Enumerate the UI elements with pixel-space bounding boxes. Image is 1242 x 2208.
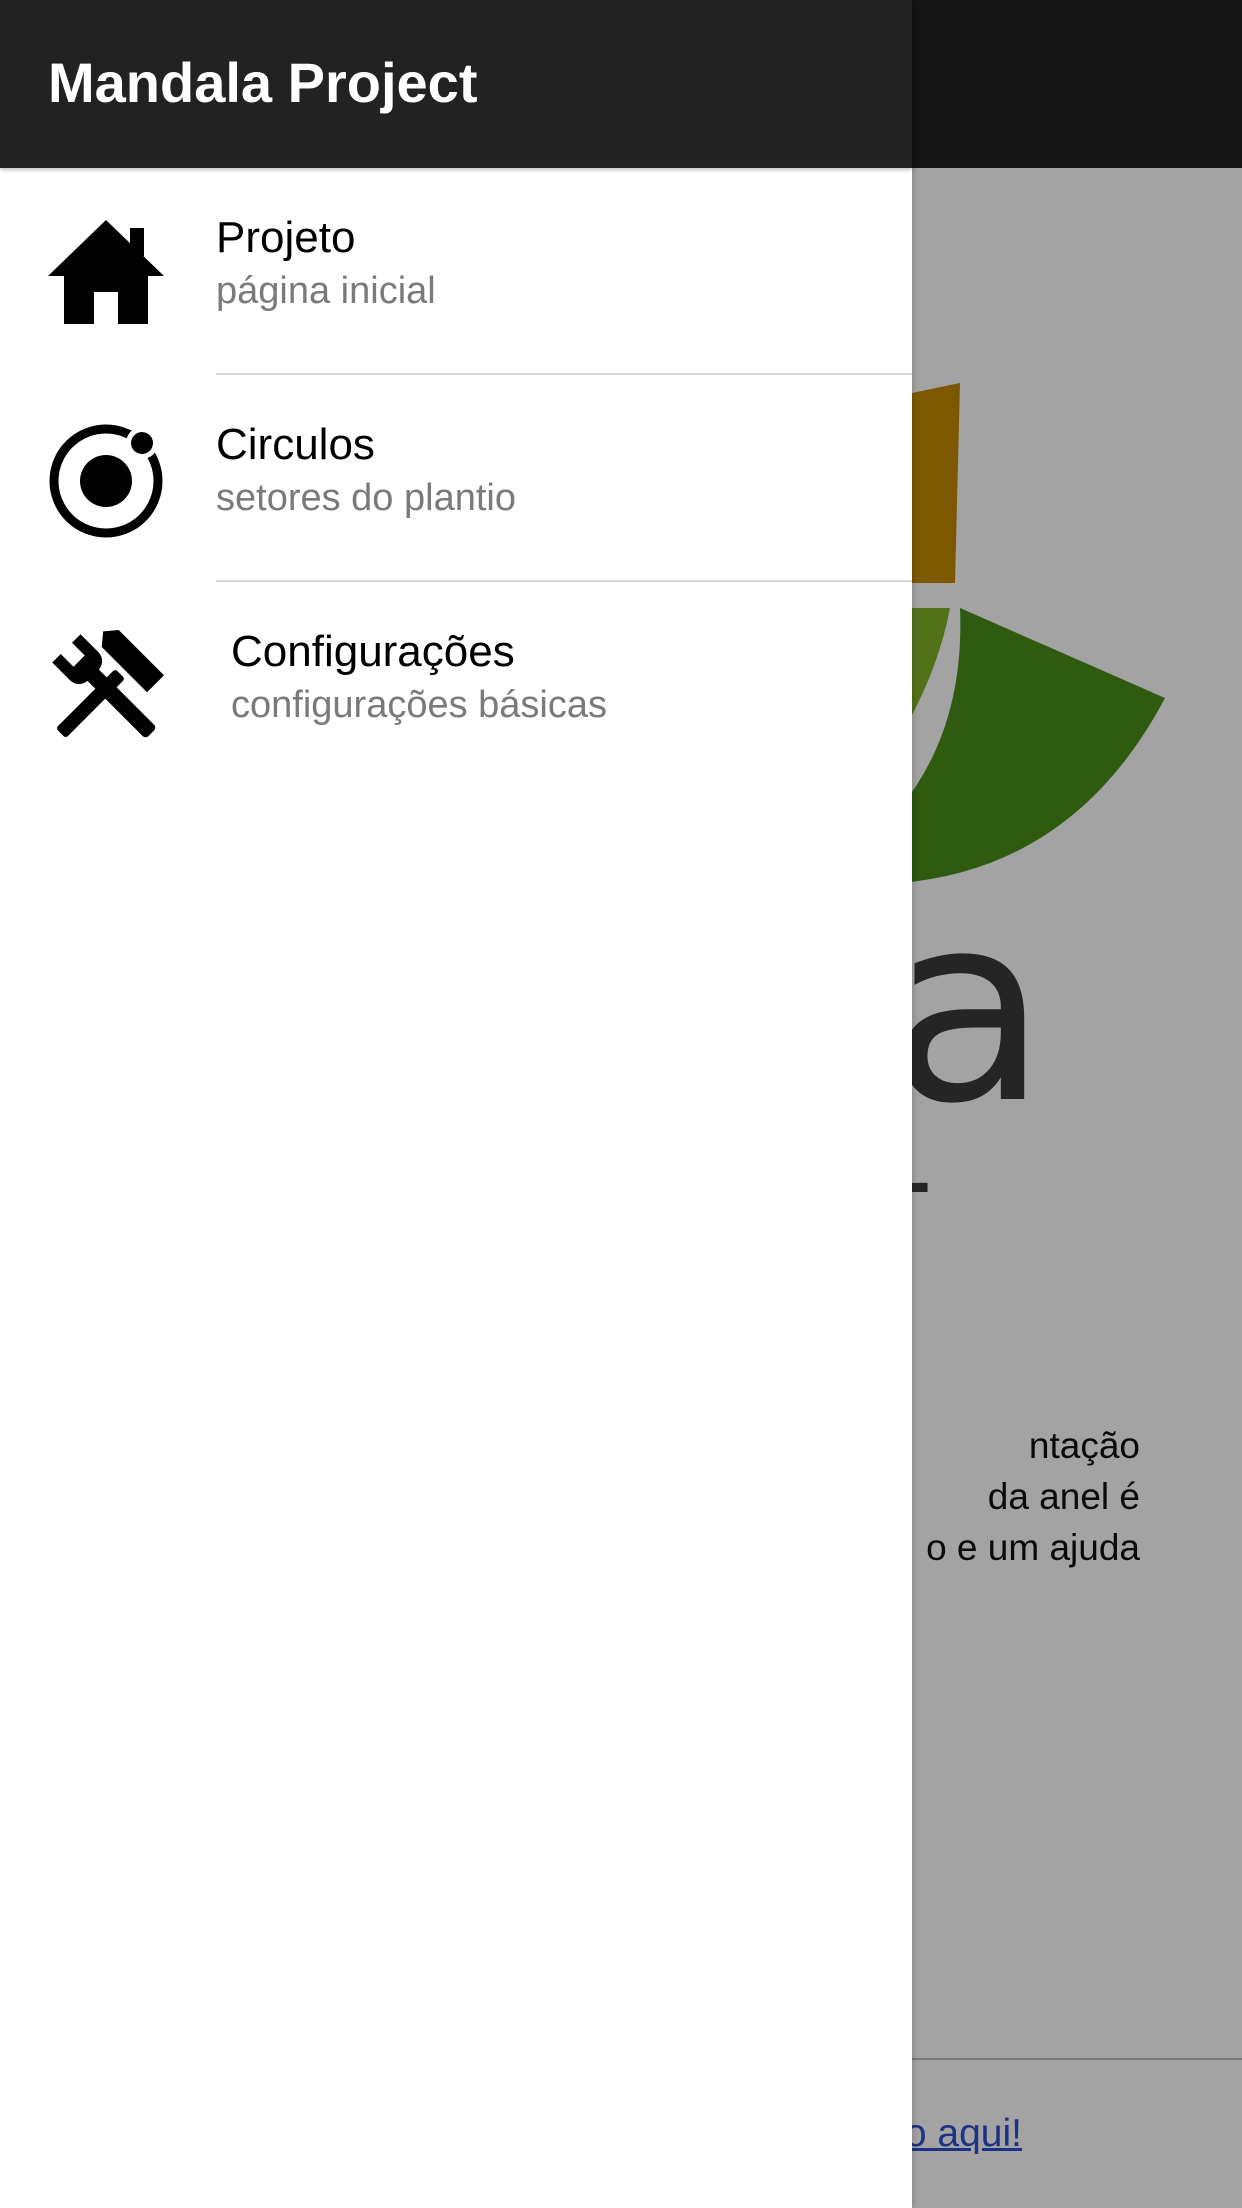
menu-item-configuracoes[interactable]: Configurações configurações básicas [0, 582, 912, 789]
menu-item-sublabel: setores do plantio [216, 476, 516, 519]
menu-item-label: Projeto [216, 213, 356, 262]
menu-title: Mandala Project [48, 51, 478, 114]
menu-item-projeto[interactable]: Projeto página inicial [0, 168, 912, 375]
menu-header: Mandala Project [0, 0, 912, 168]
menu-item-sublabel: página inicial [216, 269, 436, 312]
menu-item-sublabel: configurações básicas [231, 683, 607, 726]
ionic-icon [49, 424, 163, 538]
menu-item-text: Circulos setores do plantio [216, 419, 516, 521]
menu-item-circulos[interactable]: Circulos setores do plantio [0, 375, 912, 582]
home-icon [48, 220, 164, 324]
menu-item-text: Projeto página inicial [216, 212, 436, 314]
menu-item-label: Circulos [216, 420, 375, 469]
tools-icon [52, 630, 164, 738]
menu-list: Projeto página inicial Circulos setores … [0, 168, 912, 789]
side-menu: Mandala Project Projeto página inicial C… [0, 0, 912, 2208]
menu-item-text: Configurações configurações básicas [231, 626, 607, 728]
menu-item-label: Configurações [231, 627, 515, 676]
